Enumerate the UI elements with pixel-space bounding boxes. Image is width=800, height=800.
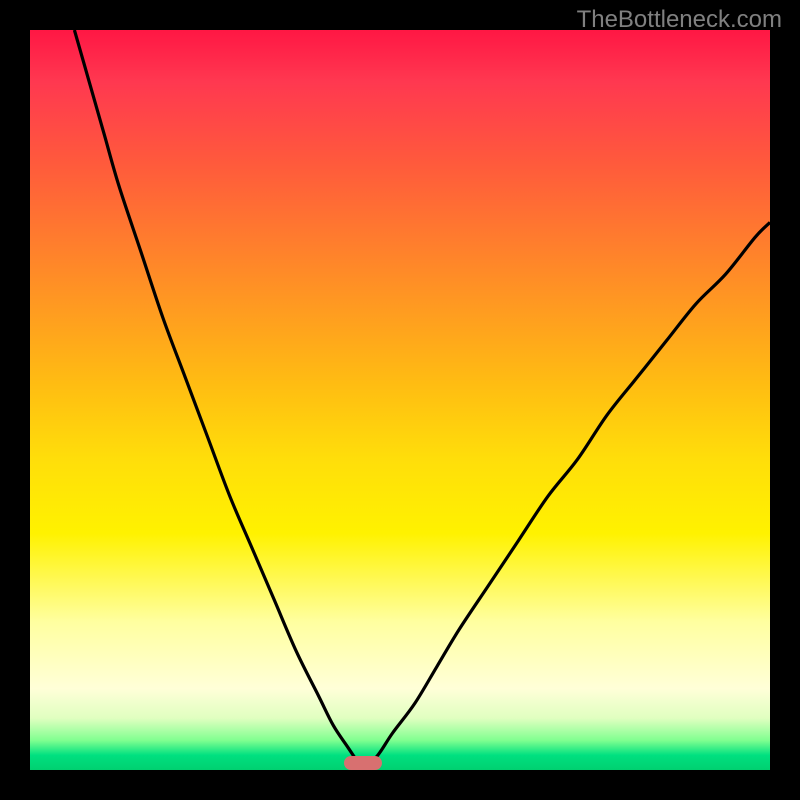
chart-curve-svg: [30, 30, 770, 770]
chart-plot-area: [30, 30, 770, 770]
curve-left-branch: [74, 30, 363, 770]
watermark-text: TheBottleneck.com: [577, 6, 782, 34]
minimum-marker: [344, 756, 382, 770]
curve-right-branch: [363, 222, 770, 770]
